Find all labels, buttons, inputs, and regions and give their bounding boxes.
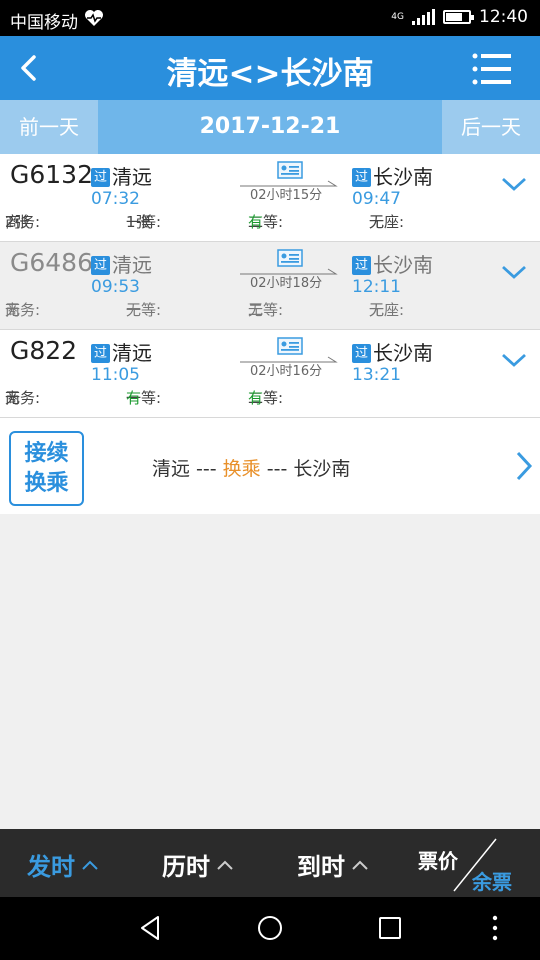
departure-time: 09:53: [91, 277, 140, 297]
train-number: G822: [10, 336, 78, 365]
train-row[interactable]: G6486 过清远 09:53 02小时18分 过长沙南 12:11 商务: 无 …: [0, 242, 540, 330]
pass-through-tag: 过: [91, 168, 110, 187]
recent-apps-square-icon[interactable]: [375, 913, 405, 943]
pass-through-tag: 过: [352, 344, 371, 363]
travel-duration: 02小时15分: [250, 188, 323, 203]
chevron-down-icon[interactable]: [500, 262, 528, 282]
chevron-up-icon: [217, 860, 233, 870]
more-options-icon[interactable]: [480, 913, 510, 943]
sort-by-duration-button[interactable]: 历时: [162, 847, 234, 882]
travel-duration: 02小时18分: [250, 276, 323, 291]
system-nav-bar: [0, 897, 540, 960]
train-row[interactable]: G6132 过清远 07:32 02小时15分 过长沙南 09:47 商务: 2张…: [0, 154, 540, 242]
transfer-option-row[interactable]: 接续 换乘 清远 --- 换乘 --- 长沙南: [0, 418, 540, 514]
chevron-down-icon[interactable]: [500, 350, 528, 370]
departure-station: 过清远: [91, 249, 152, 278]
pass-through-tag: 过: [352, 168, 371, 187]
transfer-route: 清远 --- 换乘 --- 长沙南: [152, 458, 351, 480]
pass-through-tag: 过: [91, 344, 110, 363]
departure-station: 过清远: [91, 337, 152, 366]
previous-day-button[interactable]: 前一天: [0, 100, 98, 154]
pass-through-tag: 过: [91, 256, 110, 275]
travel-duration: 02小时16分: [250, 364, 323, 379]
signal-strength-icon: [412, 9, 435, 25]
remaining-tickets-toggle[interactable]: 余票: [472, 866, 512, 895]
page-title: 清远<>长沙南: [166, 56, 374, 92]
status-bar: 中国移动 4G 12:40: [0, 0, 540, 36]
chevron-up-icon: [352, 860, 368, 870]
heart-monitor-icon: [84, 9, 104, 32]
sort-bar: 发时 历时 到时 票价 余票: [0, 829, 540, 897]
back-triangle-icon[interactable]: [136, 913, 166, 943]
carrier-name: 中国移动: [10, 13, 78, 33]
train-row[interactable]: G822 过清远 11:05 02小时16分 过长沙南 13:21 商务: 无 一…: [0, 330, 540, 418]
chevron-up-icon: [82, 860, 98, 870]
arrival-time: 13:21: [352, 365, 401, 385]
menu-list-icon[interactable]: [472, 52, 512, 86]
app-header: 清远<>长沙南: [0, 36, 540, 100]
departure-time: 11:05: [91, 365, 140, 385]
transfer-badge: 接续 换乘: [9, 431, 84, 506]
network-4g-icon: 4G: [391, 11, 404, 22]
date-bar: 前一天 2017-12-21 后一天: [0, 100, 540, 154]
arrival-station: 过长沙南: [352, 249, 433, 278]
battery-icon: [443, 10, 474, 24]
clock: 12:40: [479, 7, 528, 27]
arrival-time: 09:47: [352, 189, 401, 209]
train-list: G6132 过清远 07:32 02小时15分 过长沙南 09:47 商务: 2张…: [0, 154, 540, 418]
arrival-time: 12:11: [352, 277, 401, 297]
home-circle-icon[interactable]: [255, 913, 285, 943]
pass-through-tag: 过: [352, 256, 371, 275]
ticket-id-icon: [277, 161, 303, 179]
travel-date[interactable]: 2017-12-21: [98, 100, 442, 154]
train-number: G6486: [10, 248, 93, 277]
train-number: G6132: [10, 160, 93, 189]
sort-by-departure-button[interactable]: 发时: [27, 847, 99, 882]
departure-station: 过清远: [91, 161, 152, 190]
chevron-right-icon[interactable]: [514, 450, 534, 482]
sort-by-arrival-button[interactable]: 到时: [297, 847, 369, 882]
arrival-station: 过长沙南: [352, 337, 433, 366]
arrival-station: 过长沙南: [352, 161, 433, 190]
ticket-id-icon: [277, 249, 303, 267]
chevron-down-icon[interactable]: [500, 174, 528, 194]
next-day-button[interactable]: 后一天: [442, 100, 540, 154]
ticket-id-icon: [277, 337, 303, 355]
departure-time: 07:32: [91, 189, 140, 209]
